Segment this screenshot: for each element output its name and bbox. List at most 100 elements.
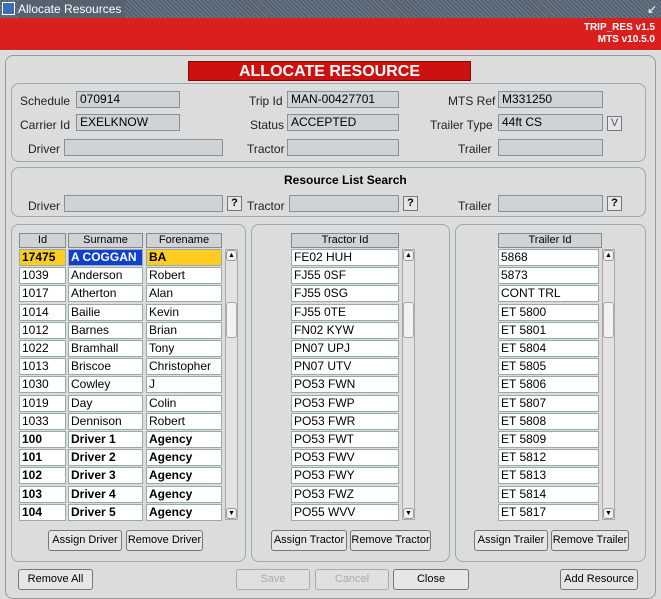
driver-surname-cell[interactable]: Driver 1	[68, 431, 143, 448]
trailer-type-dropdown-button[interactable]: V	[607, 116, 622, 131]
driver-surname-cell[interactable]: Bailie	[68, 303, 143, 321]
tractor-id-cell[interactable]: PO53 FWT	[291, 431, 399, 448]
trailer-id-cell[interactable]: 5868	[498, 249, 599, 266]
tractor-id-cell[interactable]: FE02 HUH	[291, 249, 399, 266]
trailer-id-cell[interactable]: ET 5813	[498, 467, 599, 485]
driver-forename-cell[interactable]: Tony	[146, 340, 222, 357]
add-resource-button[interactable]: Add Resource	[560, 569, 638, 590]
search-trailer-lov-button[interactable]: ?	[607, 196, 622, 211]
trailer-id-cell[interactable]: 5873	[498, 267, 599, 285]
scroll-down-icon[interactable]: ▼	[226, 508, 237, 519]
scroll-down-icon[interactable]: ▼	[603, 508, 614, 519]
scroll-down-icon[interactable]: ▼	[403, 508, 414, 519]
carrier-id-field[interactable]: EXELKNOW	[76, 114, 180, 131]
driver-forename-cell[interactable]: BA	[146, 249, 222, 266]
trailer-id-cell[interactable]: CONT TRL	[498, 285, 599, 303]
driver-surname-cell[interactable]: A COGGAN	[68, 249, 143, 266]
assign-tractor-button[interactable]: Assign Tractor	[271, 530, 347, 551]
assign-driver-button[interactable]: Assign Driver	[48, 530, 122, 551]
driver-forename-cell[interactable]: Colin	[146, 394, 222, 412]
driver-id-cell[interactable]: 1033	[19, 412, 66, 430]
scroll-thumb[interactable]	[403, 302, 414, 338]
tractor-id-cell[interactable]: FJ55 0TE	[291, 303, 399, 321]
driver-id-cell[interactable]: 102	[19, 467, 66, 485]
trailer-field[interactable]	[498, 139, 603, 156]
driver-id-cell[interactable]: 1014	[19, 303, 66, 321]
tractor-id-cell[interactable]: PO53 FWP	[291, 394, 399, 412]
driver-id-cell[interactable]: 104	[19, 503, 66, 521]
close-button[interactable]: Close	[393, 569, 469, 590]
driver-forename-cell[interactable]: Agency	[146, 449, 222, 467]
tractor-id-cell[interactable]: FN02 KYW	[291, 321, 399, 339]
trailer-id-cell[interactable]: ET 5809	[498, 431, 599, 448]
driver-surname-cell[interactable]: Bramhall	[68, 340, 143, 357]
tractor-field[interactable]	[287, 139, 399, 156]
driver-surname-cell[interactable]: Driver 3	[68, 467, 143, 485]
search-driver-input[interactable]	[64, 195, 223, 212]
driver-surname-cell[interactable]: Anderson	[68, 267, 143, 285]
driver-forename-cell[interactable]: Kevin	[146, 303, 222, 321]
trailer-id-cell[interactable]: ET 5801	[498, 321, 599, 339]
trip-id-field[interactable]: MAN-00427701	[287, 91, 399, 108]
trailer-id-cell[interactable]: ET 5808	[498, 412, 599, 430]
scroll-up-icon[interactable]: ▲	[603, 250, 614, 261]
tractor-id-cell[interactable]: PO53 FWR	[291, 412, 399, 430]
driver-surname-header[interactable]: Surname	[68, 233, 143, 248]
driver-id-cell[interactable]: 1013	[19, 358, 66, 376]
driver-surname-cell[interactable]: Cowley	[68, 376, 143, 394]
tractor-id-cell[interactable]: FJ55 0SG	[291, 285, 399, 303]
remove-all-button[interactable]: Remove All	[18, 569, 93, 590]
driver-forename-cell[interactable]: Alan	[146, 285, 222, 303]
driver-id-cell[interactable]: 17475	[19, 249, 66, 266]
tractor-id-cell[interactable]: FJ55 0SF	[291, 267, 399, 285]
driver-forename-cell[interactable]: Robert	[146, 412, 222, 430]
driver-forename-cell[interactable]: Robert	[146, 267, 222, 285]
tractor-id-cell[interactable]: PN07 UTV	[291, 358, 399, 376]
tractor-id-cell[interactable]: PN07 UPJ	[291, 340, 399, 357]
trailer-id-cell[interactable]: ET 5807	[498, 394, 599, 412]
cancel-button[interactable]: Cancel	[315, 569, 389, 590]
driver-id-cell[interactable]: 1030	[19, 376, 66, 394]
title-bar[interactable]: Allocate Resources ↙	[0, 0, 661, 18]
trailer-scrollbar[interactable]: ▲ ▼	[602, 249, 615, 520]
driver-forename-cell[interactable]: J	[146, 376, 222, 394]
scroll-up-icon[interactable]: ▲	[403, 250, 414, 261]
driver-id-cell[interactable]: 103	[19, 485, 66, 503]
driver-forename-cell[interactable]: Agency	[146, 467, 222, 485]
driver-field[interactable]	[64, 139, 223, 156]
trailer-id-cell[interactable]: ET 5812	[498, 449, 599, 467]
driver-forename-header[interactable]: Forename	[146, 233, 222, 248]
driver-forename-cell[interactable]: Agency	[146, 485, 222, 503]
driver-scrollbar[interactable]: ▲ ▼	[225, 249, 238, 520]
save-button[interactable]: Save	[236, 569, 310, 590]
driver-surname-cell[interactable]: Driver 2	[68, 449, 143, 467]
resize-icon[interactable]: ↙	[647, 0, 657, 18]
remove-trailer-button[interactable]: Remove Trailer	[551, 530, 629, 551]
driver-id-cell[interactable]: 1019	[19, 394, 66, 412]
driver-id-cell[interactable]: 101	[19, 449, 66, 467]
trailer-id-cell[interactable]: ET 5806	[498, 376, 599, 394]
tractor-id-header[interactable]: Tractor Id	[291, 233, 399, 248]
tractor-id-cell[interactable]: PO55 WVV	[291, 503, 399, 521]
driver-surname-cell[interactable]: Briscoe	[68, 358, 143, 376]
scroll-up-icon[interactable]: ▲	[226, 250, 237, 261]
scroll-thumb[interactable]	[226, 302, 237, 338]
trailer-id-cell[interactable]: ET 5800	[498, 303, 599, 321]
driver-surname-cell[interactable]: Driver 5	[68, 503, 143, 521]
trailer-id-cell[interactable]: ET 5805	[498, 358, 599, 376]
driver-surname-cell[interactable]: Atherton	[68, 285, 143, 303]
driver-forename-cell[interactable]: Brian	[146, 321, 222, 339]
search-tractor-lov-button[interactable]: ?	[403, 196, 418, 211]
driver-forename-cell[interactable]: Agency	[146, 503, 222, 521]
search-trailer-input[interactable]	[498, 195, 603, 212]
driver-id-cell[interactable]: 1022	[19, 340, 66, 357]
remove-driver-button[interactable]: Remove Driver	[126, 530, 203, 551]
driver-forename-cell[interactable]: Christopher	[146, 358, 222, 376]
assign-trailer-button[interactable]: Assign Trailer	[474, 530, 548, 551]
driver-id-cell[interactable]: 1012	[19, 321, 66, 339]
mts-ref-field[interactable]: M331250	[498, 91, 603, 108]
driver-surname-cell[interactable]: Dennison	[68, 412, 143, 430]
tractor-id-cell[interactable]: PO53 FWV	[291, 449, 399, 467]
remove-tractor-button[interactable]: Remove Tractor	[350, 530, 431, 551]
schedule-field[interactable]: 070914	[76, 91, 180, 108]
